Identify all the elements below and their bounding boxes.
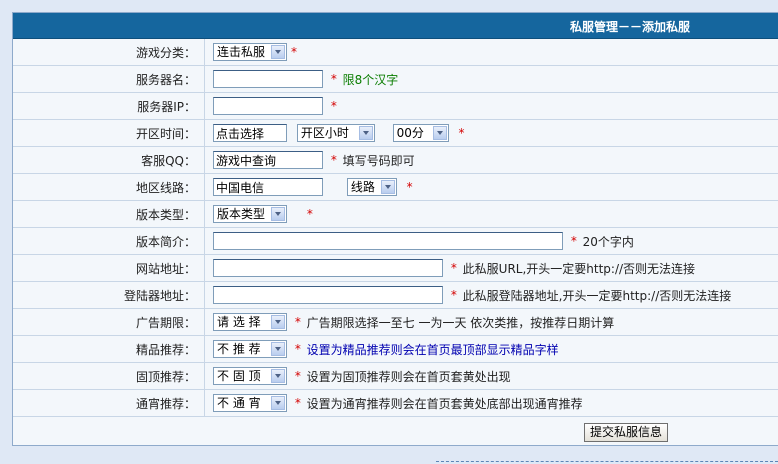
row-pinned: 固顶推荐： 不 固 顶 * 设置为固顶推荐则会在首页套黄处出现 bbox=[13, 362, 778, 390]
chevron-down-icon bbox=[271, 45, 285, 59]
dashed-divider bbox=[436, 461, 778, 462]
submit-row: 提交私服信息 bbox=[584, 423, 669, 442]
required-mark: * bbox=[306, 207, 313, 221]
title-bar: 私服管理－－添加私服 bbox=[13, 13, 778, 39]
version-type-select[interactable]: 版本类型 bbox=[213, 205, 287, 223]
required-mark: * bbox=[294, 342, 301, 356]
page-title: 私服管理－－添加私服 bbox=[569, 20, 690, 34]
version-intro-label: 版本简介： bbox=[13, 227, 205, 255]
required-mark: * bbox=[291, 45, 297, 59]
chevron-down-icon bbox=[271, 396, 285, 410]
chevron-down-icon bbox=[271, 207, 285, 221]
featured-hint: 设置为精品推荐则会在首页最顶部显示精品字样 bbox=[306, 342, 559, 357]
row-website: 网站地址： * 此私服URL,开头一定要http://否则无法连接 bbox=[13, 254, 778, 282]
required-mark: * bbox=[330, 72, 337, 86]
row-region-line: 地区线路： 中国电信 线路 * bbox=[13, 173, 778, 201]
line-select[interactable]: 线路 bbox=[346, 178, 397, 196]
row-version-intro: 版本简介： * 20个字内 bbox=[13, 227, 778, 255]
version-type-label: 版本类型： bbox=[13, 200, 205, 228]
open-time-label: 开区时间： bbox=[13, 119, 205, 147]
login-server-hint: 此私服登陆器地址,开头一定要http://否则无法连接 bbox=[462, 288, 732, 303]
game-category-label: 游戏分类： bbox=[13, 39, 205, 66]
overnight-label: 通宵推荐： bbox=[13, 389, 205, 417]
region-input[interactable]: 中国电信 bbox=[213, 178, 323, 196]
required-mark: * bbox=[330, 99, 337, 113]
pinned-hint: 设置为固顶推荐则会在首页套黄处出现 bbox=[306, 369, 511, 384]
row-ad-period: 广告期限： 请 选 择 * 广告期限选择一至七 一为一天 依次类推，按推荐日期计… bbox=[13, 308, 778, 336]
server-name-hint: 限8个汉字 bbox=[342, 72, 399, 87]
row-service-qq: 客服QQ： 游戏中查询 * 填写号码即可 bbox=[13, 146, 778, 174]
row-featured: 精品推荐： 不 推 荐 * 设置为精品推荐则会在首页最顶部显示精品字样 bbox=[13, 335, 778, 363]
version-intro-input[interactable] bbox=[213, 232, 563, 250]
website-input[interactable] bbox=[213, 259, 443, 277]
row-server-ip: 服务器IP： * bbox=[13, 92, 778, 120]
required-mark: * bbox=[406, 180, 413, 194]
required-mark: * bbox=[450, 261, 457, 275]
server-name-label: 服务器名： bbox=[13, 65, 205, 93]
server-name-input[interactable] bbox=[213, 70, 323, 88]
website-hint: 此私服URL,开头一定要http://否则无法连接 bbox=[462, 261, 696, 276]
chevron-down-icon bbox=[432, 126, 447, 140]
required-mark: * bbox=[294, 369, 301, 383]
chevron-down-icon bbox=[358, 126, 373, 140]
server-ip-label: 服务器IP： bbox=[13, 92, 205, 120]
required-mark: * bbox=[570, 234, 577, 248]
service-qq-hint: 填写号码即可 bbox=[342, 153, 415, 168]
row-open-time: 开区时间： 点击选择 开区小时 00分 * bbox=[13, 119, 778, 147]
overnight-hint: 设置为通宵推荐则会在首页套黄处底部出现通宵推荐 bbox=[306, 396, 583, 411]
row-server-name: 服务器名： * 限8个汉字 bbox=[13, 65, 778, 93]
overnight-select[interactable]: 不 通 宵 bbox=[213, 394, 287, 412]
version-intro-hint: 20个字内 bbox=[582, 234, 634, 249]
region-line-label: 地区线路： bbox=[13, 173, 205, 201]
required-mark: * bbox=[450, 288, 457, 302]
featured-select[interactable]: 不 推 荐 bbox=[213, 340, 287, 358]
service-qq-label: 客服QQ： bbox=[13, 146, 205, 174]
ad-period-select[interactable]: 请 选 择 bbox=[213, 313, 287, 331]
pinned-select[interactable]: 不 固 顶 bbox=[213, 367, 287, 385]
row-version-type: 版本类型： 版本类型 * bbox=[13, 200, 778, 228]
featured-label: 精品推荐： bbox=[13, 335, 205, 363]
page-frame: 私服管理－－添加私服 游戏分类： 连击私服 * 服务器名： * 限8个汉字 服务器… bbox=[0, 0, 778, 464]
chevron-down-icon bbox=[380, 180, 395, 194]
add-server-form: 游戏分类： 连击私服 * 服务器名： * 限8个汉字 服务器IP： * 开区时间… bbox=[13, 39, 778, 417]
ad-period-label: 广告期限： bbox=[13, 308, 205, 336]
required-mark: * bbox=[294, 315, 301, 329]
login-server-label: 登陆器地址： bbox=[13, 281, 205, 309]
game-category-select[interactable]: 连击私服 bbox=[213, 43, 287, 61]
chevron-down-icon bbox=[271, 342, 285, 356]
open-minute-select[interactable]: 00分 bbox=[392, 124, 449, 142]
chevron-down-icon bbox=[271, 315, 285, 329]
website-label: 网站地址： bbox=[13, 254, 205, 282]
row-overnight: 通宵推荐： 不 通 宵 * 设置为通宵推荐则会在首页套黄处底部出现通宵推荐 bbox=[13, 389, 778, 417]
required-mark: * bbox=[458, 126, 465, 140]
service-qq-input[interactable]: 游戏中查询 bbox=[213, 151, 323, 169]
pinned-label: 固顶推荐： bbox=[13, 362, 205, 390]
server-ip-input[interactable] bbox=[213, 97, 323, 115]
row-game-category: 游戏分类： 连击私服 * bbox=[13, 39, 778, 66]
open-hour-select[interactable]: 开区小时 bbox=[296, 124, 375, 142]
add-server-panel: 私服管理－－添加私服 游戏分类： 连击私服 * 服务器名： * 限8个汉字 服务器… bbox=[12, 12, 778, 446]
required-mark: * bbox=[330, 153, 337, 167]
ad-period-hint: 广告期限选择一至七 一为一天 依次类推，按推荐日期计算 bbox=[306, 315, 615, 330]
required-mark: * bbox=[294, 396, 301, 410]
login-server-input[interactable] bbox=[213, 286, 443, 304]
chevron-down-icon bbox=[271, 369, 285, 383]
submit-button[interactable]: 提交私服信息 bbox=[584, 423, 669, 442]
open-date-input[interactable]: 点击选择 bbox=[213, 124, 287, 142]
row-login-server: 登陆器地址： * 此私服登陆器地址,开头一定要http://否则无法连接 bbox=[13, 281, 778, 309]
